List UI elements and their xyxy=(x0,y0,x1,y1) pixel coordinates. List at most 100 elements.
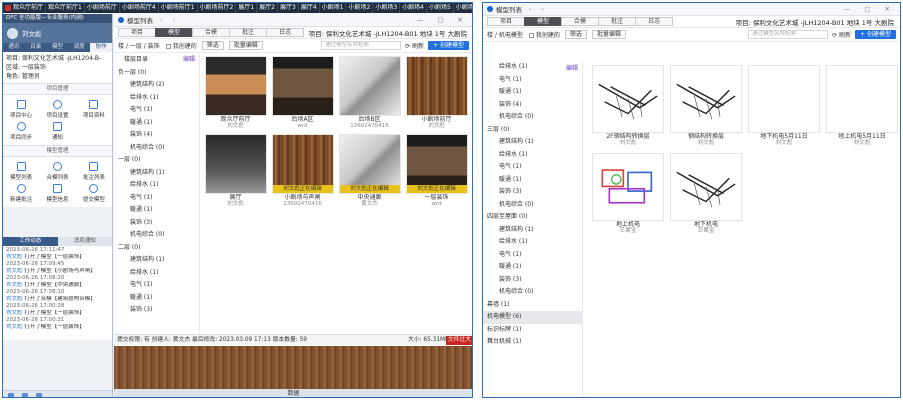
top-tab-5[interactable]: 小剧场前厅2 xyxy=(198,3,237,13)
tree-item-8[interactable]: 电气 (1) xyxy=(483,161,582,174)
tree-item-12[interactable]: 装饰 (3) xyxy=(114,217,199,230)
model-card-0[interactable]: 2F钢结构转换层 刘文彪 xyxy=(589,65,667,153)
top-tab-2[interactable]: 小剧场前厅 xyxy=(85,3,120,13)
my-created-checkbox[interactable]: 我创建的 xyxy=(165,41,197,50)
model-card-3[interactable]: 地上机电5月11日 刘文彪 xyxy=(823,65,900,153)
model-thumbnail-0[interactable] xyxy=(204,56,267,116)
tree-item-5[interactable]: 装饰 (4) xyxy=(114,129,199,142)
tree-item-19[interactable]: 幕墙 (1) xyxy=(483,299,582,312)
top-tab-10[interactable]: 小剧场1 xyxy=(320,3,347,13)
top-tab-8[interactable]: 展厅3 xyxy=(278,3,299,13)
model-thumbnail-6[interactable]: 刘文彪正在编辑 xyxy=(338,134,401,194)
model-thumbnail-0[interactable] xyxy=(592,65,664,133)
tree-item-16[interactable]: 暖通 (1) xyxy=(483,261,582,274)
nav-tab-3[interactable]: 调度 xyxy=(68,43,90,52)
tab-0[interactable]: 项目 xyxy=(487,17,526,26)
model-manage-item-1[interactable]: 合模列表 xyxy=(39,160,75,182)
tree-item-21[interactable]: 标识标牌 (1) xyxy=(483,324,582,337)
model-card-3[interactable]: 小剧场前厅 刘文彪 xyxy=(403,56,470,134)
tree-item-8[interactable]: 建筑结构 (1) xyxy=(114,167,199,180)
back-forward-icon[interactable]: ‹ › xyxy=(160,16,179,24)
create-model-button[interactable]: + 创建模型 xyxy=(428,41,469,50)
window-controls-icon[interactable]: — ▢ ✕ xyxy=(844,5,900,13)
search-input[interactable]: 通过模型名称检索 xyxy=(748,30,829,39)
tree-item-3[interactable]: 装饰 (4) xyxy=(483,99,582,112)
window-controls-icon[interactable]: — ▢ ✕ xyxy=(417,16,472,24)
search-input[interactable]: 通过模型名称检索 xyxy=(321,41,402,50)
activity-user-2[interactable]: 刘文彪 xyxy=(6,282,23,288)
tree-item-6[interactable]: 建筑结构 (1) xyxy=(483,136,582,149)
nav-tab-2[interactable]: 模型 xyxy=(47,43,69,52)
tree-item-11[interactable]: 机电综合 (0) xyxy=(483,199,582,212)
tree-edit-button[interactable]: 编辑 xyxy=(183,54,199,67)
tree-item-15[interactable]: 建筑结构 (1) xyxy=(114,254,199,267)
tree-item-5[interactable]: 三层 (0) xyxy=(483,124,582,137)
tree-item-19[interactable]: 装饰 (3) xyxy=(114,304,199,317)
tree-item-10[interactable]: 电气 (1) xyxy=(114,192,199,205)
top-tab-0[interactable]: 观众厅前厅 xyxy=(3,3,47,13)
tab-2[interactable]: 合模 xyxy=(192,28,231,37)
top-tab-15[interactable]: 小剧场6 xyxy=(454,3,472,13)
tree-item-1[interactable]: 电气 (1) xyxy=(483,74,582,87)
filter-button[interactable]: 筛选 xyxy=(201,41,224,50)
tree-item-18[interactable]: 暖通 (1) xyxy=(114,292,199,305)
tab-1[interactable]: 模型 xyxy=(155,28,194,37)
model-thumbnail-3[interactable] xyxy=(826,65,898,133)
tree-item-0[interactable]: 负一层 (0) xyxy=(114,67,199,80)
refresh-button[interactable]: ⟳ 刷新 xyxy=(832,30,851,39)
tree-item-15[interactable]: 电气 (1) xyxy=(483,249,582,262)
my-created-checkbox[interactable]: 我创建的 xyxy=(528,30,560,39)
tree-item-12[interactable]: 四层至屋面 (0) xyxy=(483,211,582,224)
tab-0[interactable]: 项目 xyxy=(118,28,157,37)
tree-item-14[interactable]: 给排水 (1) xyxy=(483,236,582,249)
batch-edit-button[interactable]: 批量编辑 xyxy=(591,30,626,39)
model-card-6[interactable]: 刘文彪正在编辑 中央通廊 黄文杰 xyxy=(336,134,403,212)
model-thumbnail-7[interactable]: 刘文彪正在编辑 xyxy=(405,134,468,194)
activity-user-4[interactable]: 刘文彪 xyxy=(6,310,23,316)
activity-user-1[interactable]: 刘文彪 xyxy=(6,268,23,274)
tree-item-1[interactable]: 建筑结构 (2) xyxy=(114,79,199,92)
batch-edit-button[interactable]: 批量编辑 xyxy=(228,41,263,50)
project-manage-item-1[interactable]: 项目设置 xyxy=(39,98,75,120)
model-thumbnail-1[interactable] xyxy=(271,56,334,116)
tab-4[interactable]: 日志 xyxy=(266,28,305,37)
nav-tab-4[interactable]: 协作 xyxy=(90,43,112,52)
model-manage-item-3[interactable]: 新建批注 xyxy=(3,182,39,204)
tree-item-13[interactable]: 机电综合 (0) xyxy=(114,229,199,242)
top-tab-9[interactable]: 展厅4 xyxy=(299,3,320,13)
activity-user-5[interactable]: 刘文彪 xyxy=(6,324,23,330)
model-thumbnail-5[interactable] xyxy=(670,153,742,221)
home-icon[interactable] xyxy=(8,392,14,397)
model-manage-item-2[interactable]: 批注列表 xyxy=(76,160,112,182)
tree-edit-button[interactable]: 编辑 xyxy=(566,63,578,72)
model-manage-item-0[interactable]: 模型列表 xyxy=(3,160,39,182)
model-card-7[interactable]: 刘文彪正在编辑 一层装饰 wrd xyxy=(403,134,470,212)
tree-item-17[interactable]: 装饰 (3) xyxy=(483,274,582,287)
tree-item-4[interactable]: 机电综合 (0) xyxy=(483,111,582,124)
project-manage-item-2[interactable]: 项目资料 xyxy=(76,98,112,120)
tree-item-18[interactable]: 机电综合 (0) xyxy=(483,286,582,299)
tree-item-9[interactable]: 给排水 (1) xyxy=(114,179,199,192)
activity-tab-0[interactable]: 工作动态 xyxy=(3,237,58,246)
back-forward-icon[interactable]: ‹ › xyxy=(529,5,548,13)
nav-tab-1[interactable]: 目录 xyxy=(25,43,47,52)
model-card-4[interactable]: 地上机电 芒果宝 xyxy=(589,153,667,241)
tree-item-11[interactable]: 暖通 (1) xyxy=(114,204,199,217)
model-card-0[interactable]: 观众厅前厅 刘文彪 xyxy=(202,56,269,134)
tree-item-7[interactable]: 一层 (0) xyxy=(114,154,199,167)
model-thumbnail-3[interactable] xyxy=(405,56,468,116)
top-tab-12[interactable]: 小剧场3 xyxy=(373,3,401,13)
top-tab-4[interactable]: 小剧场前厅1 xyxy=(159,3,198,13)
tab-2[interactable]: 合模 xyxy=(561,17,600,26)
top-tab-7[interactable]: 展厅2 xyxy=(257,3,278,13)
top-tab-11[interactable]: 小剧场2 xyxy=(346,3,374,13)
model-card-1[interactable]: 钢结构转换层 刘文彪 xyxy=(667,65,745,153)
tree-item-22[interactable]: 舞台机械 (1) xyxy=(483,336,582,349)
model-manage-item-4[interactable]: 模型信息 xyxy=(39,182,75,204)
tree-item-7[interactable]: 给排水 (1) xyxy=(483,149,582,162)
tree-item-20[interactable]: 机电模型 (6) xyxy=(483,311,582,324)
tree-item-6[interactable]: 机电综合 (0) xyxy=(114,142,199,155)
top-tab-6[interactable]: 展厅1 xyxy=(236,3,258,13)
tab-3[interactable]: 批注 xyxy=(598,17,637,26)
nav-tab-0[interactable]: 通讯 xyxy=(3,43,25,52)
